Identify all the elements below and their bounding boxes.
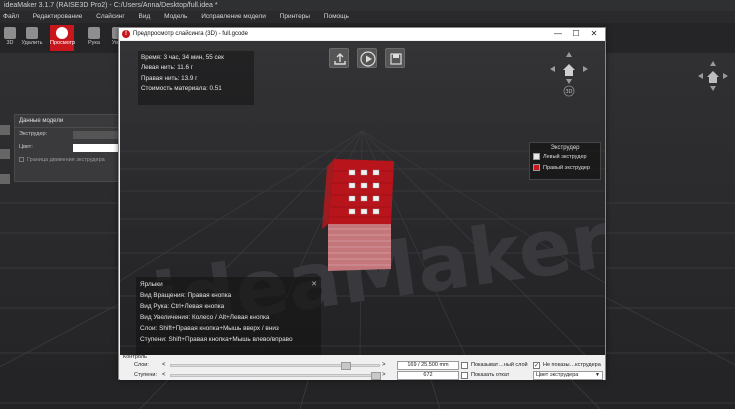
sliced-model	[322, 159, 394, 271]
export-button[interactable]	[329, 48, 349, 68]
side-tab-icon[interactable]	[0, 149, 10, 159]
control-section: Контроль Слои: < > 169 / 25.500 mm Показ…	[120, 354, 605, 380]
print-stats-overlay: Время: 3 час, 34 мин, 55 сек Левая нить:…	[138, 51, 254, 105]
dialog-title: Предпросмотр слайсинга (3D) - full.gcode	[133, 31, 248, 37]
menu-help[interactable]: Помощь	[324, 13, 349, 20]
minimize-button[interactable]: —	[549, 28, 567, 40]
layers-decrement-button[interactable]: <	[162, 361, 166, 370]
view-3d-label: 3D	[565, 89, 572, 95]
legend-swatch	[533, 153, 540, 161]
side-tab-icon[interactable]	[0, 174, 10, 184]
tool-delete[interactable]: Удалить	[20, 25, 44, 51]
layers-label: Слои:	[134, 362, 149, 368]
save-icon	[390, 53, 402, 65]
arrow-left-icon[interactable]	[550, 66, 555, 72]
side-tab-icon[interactable]	[0, 125, 10, 135]
right-filament: Правая нить: 13.9 г	[141, 74, 198, 82]
cube-icon	[4, 27, 16, 39]
steps-decrement-button[interactable]: <	[162, 371, 166, 380]
legend-swatch	[533, 164, 540, 172]
shortcut-line: Вид Вращения: Правая кнопка	[140, 292, 232, 300]
dialog-titlebar: ! Предпросмотр слайсинга (3D) - full.gco…	[119, 28, 605, 40]
show-retract-label: Показать откат	[471, 372, 510, 378]
show-single-layer-label: Показыват…ный слой	[471, 362, 528, 368]
menu-slice[interactable]: Слайсинг	[96, 13, 125, 20]
menu-file[interactable]: Файл	[3, 13, 19, 20]
view-navigation-widget[interactable]	[695, 58, 731, 94]
menu-printers[interactable]: Принтеры	[280, 13, 310, 20]
trash-icon	[26, 27, 38, 39]
close-icon[interactable]: ✕	[311, 279, 317, 290]
preview-3d-viewport[interactable]: ideaMaker Время: 3 час, 34 мин, 55 сек Л…	[120, 41, 605, 355]
shortcut-line: Вид Увеличения: Колесо / Alt+Левая кнопк…	[140, 314, 270, 322]
layers-slider[interactable]	[170, 362, 380, 370]
menu-edit[interactable]: Редактирование	[33, 13, 83, 20]
hide-extruder-checkbox[interactable]: ✓	[533, 362, 540, 369]
steps-value-field[interactable]: 672	[397, 371, 459, 380]
layers-increment-button[interactable]: >	[382, 361, 386, 370]
print-time: Время: 3 час, 34 мин, 55 сек	[141, 54, 224, 61]
maximize-button[interactable]: ☐	[567, 28, 585, 40]
chevron-down-icon: ▼	[595, 372, 600, 378]
eye-icon	[56, 27, 68, 39]
steps-increment-button[interactable]: >	[382, 371, 386, 380]
shortcut-line: Ступени: Shift+Правая кнопка+Мышь влево/…	[140, 336, 293, 344]
shortcuts-panel: ✕ Ярлыки Вид Вращения: Правая кнопка Вид…	[136, 277, 321, 355]
extruder-legend: Экструдер Левый экструдер Правый экструд…	[529, 142, 601, 180]
menu-view[interactable]: Вид	[139, 13, 151, 20]
shortcut-line: Вид Рука: Ctrl+Левая кнопка	[140, 303, 225, 311]
hand-icon	[88, 27, 100, 39]
tool-hand[interactable]: Рука	[82, 25, 106, 51]
extruder-label: Экструдер:	[19, 131, 48, 137]
layers-row: Слои: < > 169 / 25.500 mm Показыват…ный …	[120, 361, 605, 370]
steps-slider[interactable]	[170, 372, 381, 380]
close-button[interactable]: ✕	[585, 28, 603, 40]
main-menubar: Файл Редактирование Слайсинг Вид Модель …	[0, 11, 735, 23]
layers-value-field[interactable]: 169 / 25.500 mm	[397, 361, 459, 370]
app-logo-icon: !	[122, 30, 130, 38]
boundary-option[interactable]: Граница движения экструдера	[15, 154, 131, 167]
tool-3d[interactable]: 3D	[0, 25, 22, 51]
model-data-panel: Данные модели Экструдер: Цвет: Граница д…	[14, 114, 132, 182]
steps-slider-handle[interactable]	[371, 372, 381, 380]
save-button[interactable]	[385, 48, 405, 68]
play-icon	[360, 51, 376, 67]
slice-preview-dialog: ! Предпросмотр слайсинга (3D) - full.gco…	[118, 27, 606, 380]
show-retract-checkbox[interactable]	[461, 372, 468, 379]
shortcuts-title: Ярлыки	[140, 281, 163, 288]
menu-model[interactable]: Модель	[164, 13, 187, 20]
arrow-down-icon[interactable]	[566, 79, 572, 84]
play-button[interactable]	[357, 48, 377, 68]
home-icon[interactable]	[563, 64, 575, 76]
export-icon	[334, 53, 346, 65]
color-label: Цвет:	[19, 144, 33, 150]
steps-label: Ступени:	[134, 372, 157, 378]
legend-title: Экструдер	[550, 145, 580, 151]
steps-row: Ступени: < > 672 Показать откат Цвет экс…	[120, 371, 605, 380]
hide-extruder-label: Не показы…кструдера	[543, 362, 601, 368]
file-buttons	[329, 48, 409, 70]
menu-repair[interactable]: Исправление модели	[201, 13, 266, 20]
main-window-title: ideaMaker 3.1.7 (RAISE3D Pro2) - C:/User…	[0, 0, 735, 11]
color-mode-select[interactable]: Цвет экструдера ▼	[533, 371, 603, 380]
boundary-checkbox[interactable]	[19, 157, 24, 163]
tool-preview[interactable]: Просмотр	[50, 25, 75, 51]
layers-slider-handle[interactable]	[341, 362, 351, 370]
control-label: Контроль	[123, 354, 147, 360]
arrow-up-icon[interactable]	[566, 52, 572, 57]
material-cost: Стоимость материала: 0.51	[141, 85, 222, 93]
left-filament: Левая нить: 11.6 г	[141, 64, 194, 72]
legend-item-right: Правый экструдер	[533, 164, 597, 175]
model-panel-title: Данные модели	[15, 115, 131, 128]
view-navigation-widget[interactable]: 3D	[546, 49, 592, 97]
shortcut-line: Слои: Shift+Правая кнопка+Мышь вверх / в…	[140, 325, 279, 333]
arrow-right-icon[interactable]	[583, 66, 588, 72]
show-single-layer-checkbox[interactable]	[461, 362, 468, 369]
legend-item-left: Левый экструдер	[533, 153, 597, 164]
